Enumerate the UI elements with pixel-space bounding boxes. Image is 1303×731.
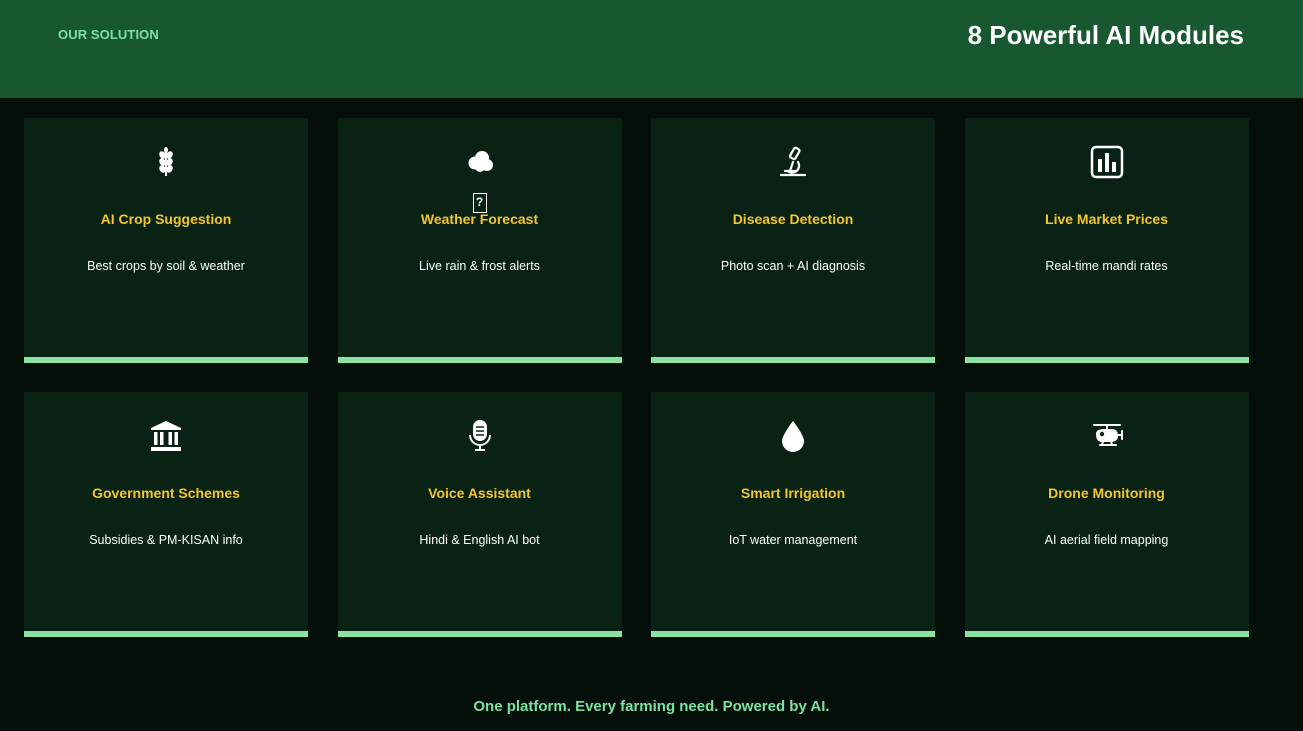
module-card-crop-suggestion: AI Crop Suggestion Best crops by soil & … xyxy=(24,118,308,363)
module-description: AI aerial field mapping xyxy=(1044,533,1169,547)
module-title: Disease Detection xyxy=(732,211,854,227)
module-card-weather-forecast: ? Weather Forecast Live rain & frost ale… xyxy=(337,118,622,363)
module-title: Voice Assistant xyxy=(428,485,531,501)
cloud-icon xyxy=(462,144,498,180)
module-title: Smart Irrigation xyxy=(740,485,846,501)
section-eyebrow: OUR SOLUTION xyxy=(58,27,159,42)
modules-grid: AI Crop Suggestion Best crops by soil & … xyxy=(24,118,1249,637)
module-card-drone-monitoring: Drone Monitoring AI aerial field mapping xyxy=(964,392,1249,637)
page-title: 8 Powerful AI Modules xyxy=(967,20,1244,50)
module-title: Drone Monitoring xyxy=(1048,485,1165,501)
module-description: Photo scan + AI diagnosis xyxy=(720,259,866,273)
missing-glyph-icon: ? xyxy=(472,193,487,213)
module-card-smart-irrigation: Smart Irrigation IoT water management xyxy=(651,392,935,637)
module-description: IoT water management xyxy=(728,533,858,547)
module-title: AI Crop Suggestion xyxy=(100,211,232,227)
module-card-market-prices: Live Market Prices Real-time mandi rates xyxy=(964,118,1249,363)
module-description: Hindi & English AI bot xyxy=(419,533,540,547)
wheat-icon xyxy=(148,144,184,180)
module-title: Government Schemes xyxy=(92,485,240,501)
microphone-icon xyxy=(462,418,498,454)
module-description: Live rain & frost alerts xyxy=(419,259,540,273)
module-description: Subsidies & PM-KISAN info xyxy=(89,533,243,547)
module-description: Real-time mandi rates xyxy=(1045,259,1168,273)
module-card-voice-assistant: Voice Assistant Hindi & English AI bot xyxy=(337,392,622,637)
water-drop-icon xyxy=(775,418,811,454)
bank-icon xyxy=(148,418,184,454)
header-banner: OUR SOLUTION 8 Powerful AI Modules xyxy=(0,0,1303,98)
module-title: Live Market Prices xyxy=(1045,211,1168,227)
module-card-government-schemes: Government Schemes Subsidies & PM-KISAN … xyxy=(24,392,308,637)
module-description: Best crops by soil & weather xyxy=(87,259,245,273)
footer-tagline: One platform. Every farming need. Powere… xyxy=(473,698,830,715)
microscope-icon xyxy=(775,144,811,180)
bar-chart-icon xyxy=(1089,144,1125,180)
helicopter-icon xyxy=(1089,418,1125,454)
module-title: Weather Forecast xyxy=(420,211,539,227)
module-card-disease-detection: Disease Detection Photo scan + AI diagno… xyxy=(651,118,935,363)
